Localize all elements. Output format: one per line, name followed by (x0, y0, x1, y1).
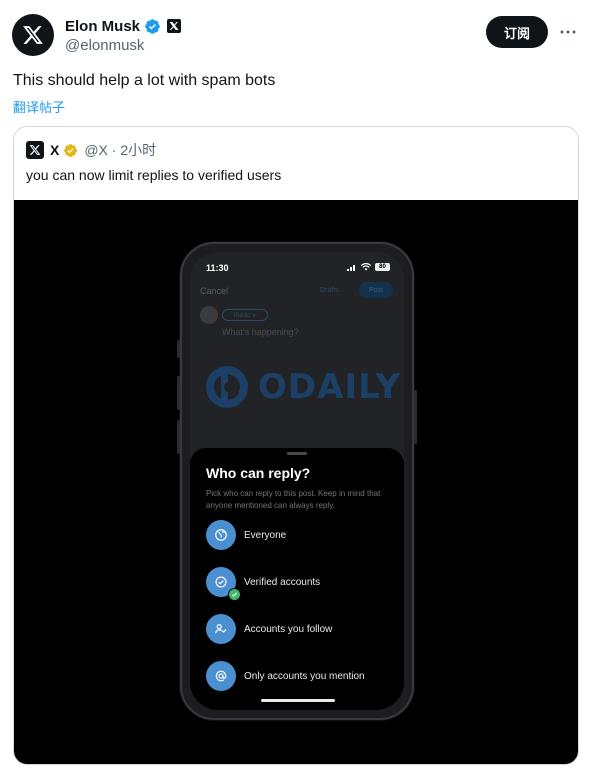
odaily-logo-icon (206, 366, 248, 408)
audience-pill: Public ∨ (222, 309, 268, 321)
author-display-name[interactable]: Elon Musk (65, 18, 140, 35)
battery-icon: 80 (375, 263, 390, 271)
subscribe-button[interactable]: 订阅 (486, 16, 548, 48)
compose-drafts-label: Drafts (320, 287, 339, 294)
quoted-post-text: you can now limit replies to verified us… (26, 167, 282, 183)
reply-option-label: Verified accounts (244, 576, 321, 588)
phone-side-button (177, 340, 180, 358)
phone-side-button (414, 390, 417, 444)
quoted-post-card[interactable]: X @X · 2小时 you can now limit replies to … (13, 126, 579, 765)
watermark-text: ODAILY (258, 367, 402, 407)
quoted-avatar (26, 141, 44, 159)
phone-mockup: 11:30 80 Cancel Drafts Post Public ∨ Wha… (177, 242, 417, 720)
quoted-media-image[interactable]: 11:30 80 Cancel Drafts Post Public ∨ Wha… (14, 200, 578, 764)
quoted-post-header: X @X · 2小时 (26, 141, 156, 159)
phone-screen: 11:30 80 Cancel Drafts Post Public ∨ Wha… (190, 252, 404, 710)
signal-icon (347, 265, 355, 271)
phone-side-button (177, 376, 180, 410)
sheet-title: Who can reply? (206, 465, 311, 481)
avatar[interactable] (12, 14, 54, 56)
compose-placeholder: What's happening? (222, 327, 299, 337)
reply-option-label: Everyone (244, 529, 287, 541)
globe-icon (206, 520, 236, 550)
compose-post-button: Post (359, 282, 393, 298)
who-can-reply-sheet: Who can reply? Pick who can reply to thi… (190, 448, 404, 710)
reply-option-verified: Verified accounts (206, 567, 321, 601)
translate-post-link[interactable]: 翻译帖子 (13, 97, 65, 116)
x-logo-icon (23, 26, 43, 44)
odaily-watermark: ODAILY (204, 364, 401, 410)
quoted-handle-time: @X · 2小时 (84, 142, 157, 158)
affiliate-x-badge-icon (167, 19, 182, 33)
sheet-grabber (287, 452, 307, 455)
x-logo-icon (29, 145, 41, 155)
wifi-icon (361, 263, 371, 271)
reply-option-label: Only accounts you mention (244, 670, 365, 682)
more-horizontal-icon[interactable] (558, 22, 578, 42)
verified-icon (206, 567, 241, 601)
compose-avatar (200, 306, 218, 324)
tweet-text: This should help a lot with spam bots (13, 72, 276, 89)
home-indicator (261, 699, 335, 702)
reply-option-label: Accounts you follow (244, 623, 333, 635)
author-name-row: Elon Musk (65, 16, 182, 36)
selected-check-icon (228, 588, 241, 601)
person-check-icon (206, 614, 236, 644)
gold-verified-badge-icon (63, 143, 78, 158)
tweet-header: Elon Musk @elonmusk 订阅 (12, 14, 578, 58)
phone-side-button (177, 420, 180, 454)
status-icons: 80 (347, 263, 390, 271)
reply-option-mention: Only accounts you mention (206, 661, 365, 691)
reply-option-everyone: Everyone (206, 520, 286, 550)
at-sign-icon (206, 661, 236, 691)
status-time: 11:30 (206, 263, 229, 273)
quoted-author-name: X (50, 142, 60, 158)
author-handle[interactable]: @elonmusk (65, 37, 144, 54)
verified-badge-icon (144, 18, 161, 35)
reply-option-follow: Accounts you follow (206, 614, 332, 644)
sheet-description: Pick who can reply to this post. Keep in… (206, 489, 381, 510)
compose-cancel-label: Cancel (200, 286, 229, 296)
